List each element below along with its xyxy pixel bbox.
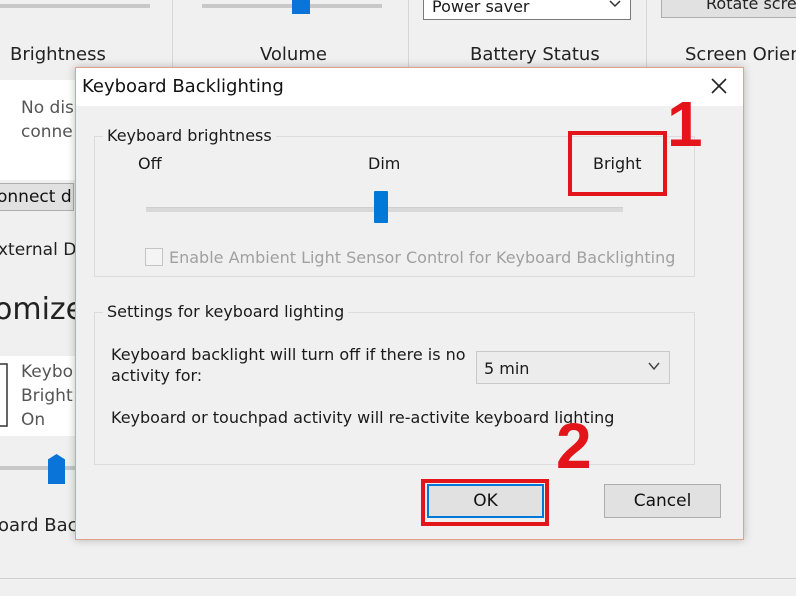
timeout-select[interactable]: 5 min — [476, 351, 670, 384]
window-bottom-border — [0, 578, 796, 579]
screen-orientation-label: Screen Orient — [685, 44, 796, 65]
reactivate-text: Keyboard or touchpad activity will re-ac… — [111, 408, 615, 427]
cancel-button[interactable]: Cancel — [604, 484, 721, 518]
keyboard-lighting-settings-group — [94, 312, 695, 465]
keyboard-tile-line3: On — [21, 410, 46, 430]
brightness-slider[interactable] — [0, 4, 150, 8]
display-status-line1: No dis — [21, 98, 74, 118]
volume-label: Volume — [260, 44, 327, 65]
keyboard-tile-line2: Bright — [21, 386, 73, 406]
keyboard-lighting-group-title: Settings for keyboard lighting — [103, 302, 349, 321]
annotation-box-ok — [421, 479, 549, 526]
ambient-light-checkbox[interactable] — [145, 248, 163, 266]
timeout-label-line2: activity for: — [111, 366, 203, 385]
connect-display-button[interactable]: onnect d — [0, 183, 74, 211]
keyboard-icon — [0, 363, 8, 427]
level-label-off: Off — [138, 154, 162, 173]
keyboard-tile-line1: Keybo — [21, 362, 74, 382]
dialog-title: Keyboard Backlighting — [82, 76, 284, 97]
close-icon[interactable] — [707, 74, 731, 98]
annotation-box-bright — [568, 131, 667, 196]
customize-heading: omize — [0, 292, 85, 327]
level-label-dim: Dim — [368, 154, 401, 173]
annotation-step-2: 2 — [556, 410, 592, 482]
chevron-down-icon — [609, 0, 621, 8]
volume-slider-thumb[interactable] — [292, 0, 310, 14]
power-plan-select[interactable]: Power saver — [423, 0, 631, 20]
timeout-label-line1: Keyboard backlight will turn off if ther… — [111, 345, 466, 364]
keyboard-backlight-slider-thumb[interactable] — [48, 454, 65, 484]
timeout-select-value: 5 min — [484, 359, 530, 378]
ambient-light-checkbox-label: Enable Ambient Light Sensor Control for … — [169, 248, 676, 267]
power-plan-value: Power saver — [432, 0, 530, 16]
external-display-label: xternal D — [0, 240, 77, 260]
keyboard-brightness-slider-thumb[interactable] — [374, 191, 388, 223]
dialog-titlebar: Keyboard Backlighting — [76, 68, 743, 106]
chevron-down-icon — [648, 362, 660, 371]
brightness-label: Brightness — [10, 44, 106, 65]
keyboard-backlight-label: oard Bac — [0, 515, 78, 536]
rotate-screen-button[interactable]: Rotate scre — [661, 0, 796, 18]
keyboard-brightness-group-title: Keyboard brightness — [103, 126, 276, 145]
annotation-step-1: 1 — [667, 88, 703, 160]
display-status-line2: conne — [21, 122, 73, 142]
battery-label: Battery Status — [470, 44, 600, 65]
